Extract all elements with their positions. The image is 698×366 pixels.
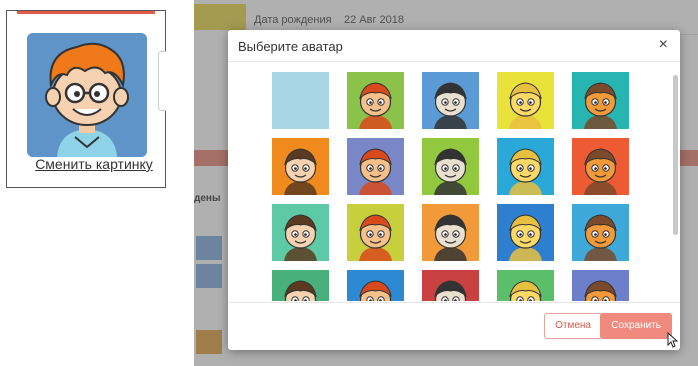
avatar-option[interactable] (272, 270, 329, 301)
gopher-icon (284, 148, 317, 195)
avatar-option[interactable] (572, 204, 629, 261)
avatar-option[interactable] (422, 138, 479, 195)
card-edge-panel (158, 51, 166, 111)
card-accent-rule (17, 11, 155, 14)
girl-bow-icon (284, 214, 317, 261)
bearded-man-icon (509, 148, 542, 195)
avatar-option[interactable] (572, 270, 629, 301)
save-button[interactable]: Сохранить (600, 313, 672, 339)
boy-cap-icon (359, 148, 392, 195)
wizard-icon (584, 280, 617, 301)
cancel-button[interactable]: Отмена (544, 313, 602, 339)
avatar-option[interactable] (497, 138, 554, 195)
profile-card: Сменить картинку (6, 10, 166, 188)
plant-creature-icon (584, 214, 617, 261)
avatar-option[interactable] (272, 204, 329, 261)
red-riding-hood-icon (434, 214, 467, 261)
avatar-option[interactable] (272, 138, 329, 195)
avatar-grid (272, 72, 629, 301)
scrollbar[interactable] (673, 75, 678, 235)
blonde-girl-icon (509, 82, 542, 129)
avatar-option[interactable] (572, 72, 629, 129)
avatar-option[interactable] (347, 72, 404, 129)
dark-hair-girl-icon (584, 148, 617, 195)
avatar-option[interactable] (272, 72, 329, 129)
dialog-title: Выберите аватар (238, 39, 343, 54)
yellow-chick-icon (434, 148, 467, 195)
change-picture-link[interactable]: Сменить картинку (19, 156, 169, 172)
raccoon-icon (434, 82, 467, 129)
avatar-option[interactable] (497, 270, 554, 301)
avatar-option[interactable] (422, 72, 479, 129)
mouse-cursor-icon (667, 332, 679, 348)
tiger-cub-icon (509, 280, 542, 301)
avatar-option[interactable] (347, 270, 404, 301)
sailor-hat-icon (509, 214, 542, 261)
avatar-option[interactable] (347, 204, 404, 261)
robot-head-icon (434, 280, 467, 301)
avatar-option[interactable] (347, 138, 404, 195)
avatar-option[interactable] (497, 204, 554, 261)
dialog-header: Выберите аватар × (228, 30, 680, 62)
close-icon[interactable]: × (659, 36, 668, 54)
avatar-option[interactable] (497, 72, 554, 129)
orange-fox-icon (584, 82, 617, 129)
profile-avatar[interactable] (27, 33, 147, 157)
bear-icon (284, 280, 317, 301)
avatar-option[interactable] (572, 138, 629, 195)
avatar-dialog: Выберите аватар × Отмена Сохранить (228, 30, 680, 350)
boy-glasses-icon (27, 33, 147, 157)
avatar-option[interactable] (422, 204, 479, 261)
girl-pigtails-icon (359, 82, 392, 129)
cowboy-hat-icon (359, 214, 392, 261)
yellow-creature-icon (359, 280, 392, 301)
avatar-option[interactable] (422, 270, 479, 301)
avatar-grid-area (228, 63, 680, 301)
dialog-footer: Отмена Сохранить (228, 302, 680, 350)
